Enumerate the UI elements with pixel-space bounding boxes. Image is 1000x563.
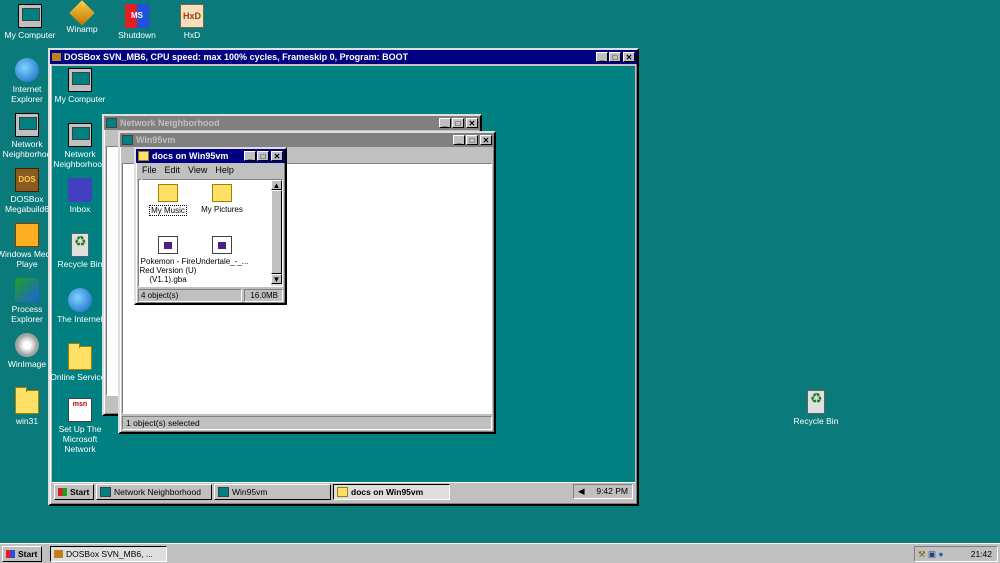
taskbar-button-win95vm[interactable]: Win95vm (214, 484, 331, 500)
internet-icon (68, 288, 92, 312)
msn-icon: msn (68, 398, 92, 422)
guest-icon-recycle-bin[interactable]: Recycle Bin (50, 233, 110, 269)
network-icon (100, 487, 111, 497)
windows-logo-icon (6, 550, 15, 558)
desktop-icon-shutdown[interactable]: MS Shutdown (107, 4, 167, 40)
close-button[interactable]: ✕ (623, 52, 635, 62)
windows-logo-icon (58, 488, 67, 496)
maximize-button[interactable]: □ (452, 118, 464, 128)
guest-icon-internet[interactable]: The Internet (50, 288, 110, 324)
scroll-down-button[interactable]: ▼ (271, 274, 282, 284)
guest-clock: 9:42 PM (596, 486, 628, 496)
guest-icon-my-computer[interactable]: My Computer (50, 68, 110, 104)
computer-icon (122, 135, 133, 145)
file-icon (212, 236, 232, 254)
host-start-button[interactable]: Start (2, 546, 42, 562)
scroll-up-button[interactable]: ▲ (271, 180, 282, 190)
recycle-bin-icon (807, 390, 825, 414)
dosbox-window[interactable]: DOSBox SVN_MB6, CPU speed: max 100% cycl… (48, 48, 639, 506)
status-object-count: 4 object(s) (141, 291, 179, 300)
host-task-dosbox[interactable]: DOSBox SVN_MB6, ... (50, 546, 167, 562)
menu-file[interactable]: File (142, 165, 157, 175)
network-titlebar[interactable]: Network Neighborhood _ □ ✕ (104, 116, 480, 130)
maximize-button[interactable]: □ (466, 135, 478, 145)
guest-icon-online-services[interactable]: Online Services (50, 343, 110, 382)
tray-network-icon[interactable]: ▣ (928, 549, 936, 559)
guest-taskbar: Start Network Neighborhood Win95vm docs … (52, 482, 635, 500)
dosbox-icon (52, 53, 61, 61)
guest-icon-msn[interactable]: msn Set Up The Microsoft Network (50, 398, 110, 454)
winimage-icon (15, 333, 39, 357)
inbox-icon (68, 178, 92, 202)
scroll-thumb[interactable] (271, 190, 282, 274)
guest-desktop: My Computer Network Neighborhood Inbox R… (50, 66, 635, 500)
vertical-scrollbar[interactable]: ▲ ▼ (271, 180, 282, 286)
tray-tools-icon[interactable]: ⚒ (918, 549, 926, 559)
guest-icon-inbox[interactable]: Inbox (50, 178, 110, 214)
minimize-button[interactable]: _ (439, 118, 451, 128)
gba-file-icon (158, 236, 178, 254)
computer-icon (18, 4, 42, 28)
guest-icon-network[interactable]: Network Neighborhood (50, 123, 110, 169)
folder-icon (212, 184, 232, 202)
folder-icon (138, 151, 149, 161)
folder-icon (158, 184, 178, 202)
host-tray: ⚒ ▣ ● 21:42 (914, 546, 998, 562)
desktop-icon-recycle-bin[interactable]: Recycle Bin (786, 390, 846, 426)
file-item-my-pictures[interactable]: My Pictures (190, 184, 254, 214)
desktop-icon-winamp[interactable]: Winamp (52, 0, 112, 34)
internet-explorer-icon (15, 58, 39, 82)
hxd-icon: HxD (180, 4, 204, 28)
tray-ie-icon[interactable]: ● (938, 549, 943, 559)
docs-titlebar[interactable]: docs on Win95vm _ □ ✕ (136, 149, 285, 163)
close-button[interactable]: ✕ (271, 151, 283, 161)
docs-menubar: File Edit View Help (136, 163, 285, 177)
minimize-button[interactable]: _ (453, 135, 465, 145)
maximize-button[interactable]: □ (609, 52, 621, 62)
minimize-button[interactable]: _ (244, 151, 256, 161)
menu-help[interactable]: Help (215, 165, 234, 175)
win95vm-titlebar[interactable]: Win95vm _ □ ✕ (120, 133, 494, 147)
maximize-button[interactable]: □ (257, 151, 269, 161)
folder-icon (337, 487, 348, 497)
host-taskbar: Start DOSBox SVN_MB6, ... ⚒ ▣ ● 21:42 (0, 543, 1000, 563)
minimize-button[interactable]: _ (596, 52, 608, 62)
close-button[interactable]: ✕ (466, 118, 478, 128)
docs-content: My Music My Pictures Pokemon - Fire Red … (138, 179, 283, 287)
recycle-bin-icon (71, 233, 89, 257)
guest-start-button[interactable]: Start (54, 484, 94, 500)
status-size: 16.0MB (250, 291, 278, 300)
taskbar-button-network[interactable]: Network Neighborhood (96, 484, 212, 500)
desktop-icon-hxd[interactable]: HxD HxD (162, 4, 222, 40)
speaker-icon[interactable]: ◀ (578, 486, 585, 496)
menu-view[interactable]: View (188, 165, 207, 175)
folder-icon (68, 343, 92, 370)
winamp-icon (69, 0, 95, 26)
desktop-icon-my-computer[interactable]: My Computer (0, 4, 60, 40)
file-item-undertale[interactable]: Undertale_-_... (190, 236, 254, 266)
menu-edit[interactable]: Edit (165, 165, 181, 175)
docs-window[interactable]: docs on Win95vm _ □ ✕ File Edit View Hel… (134, 147, 287, 305)
close-button[interactable]: ✕ (480, 135, 492, 145)
computer-icon (68, 68, 92, 92)
folder-icon (15, 387, 39, 414)
computer-icon (218, 487, 229, 497)
dosbox-icon (54, 550, 63, 558)
process-explorer-icon (15, 278, 39, 302)
network-icon (15, 113, 39, 137)
dosbox-titlebar[interactable]: DOSBox SVN_MB6, CPU speed: max 100% cycl… (50, 50, 637, 64)
win95vm-statusbar: 1 object(s) selected (122, 416, 492, 430)
dosbox-title: DOSBox SVN_MB6, CPU speed: max 100% cycl… (64, 52, 409, 62)
dosbox-icon: DOS (15, 168, 39, 192)
media-player-icon (15, 223, 39, 247)
network-icon (106, 118, 117, 128)
guest-tray: ◀ 9:42 PM (573, 484, 633, 499)
host-clock: 21:42 (970, 549, 992, 559)
docs-statusbar: 4 object(s) 16.0MB (138, 289, 283, 302)
network-icon (68, 123, 92, 147)
shutdown-icon: MS (125, 4, 149, 28)
taskbar-button-docs[interactable]: docs on Win95vm (333, 484, 450, 500)
